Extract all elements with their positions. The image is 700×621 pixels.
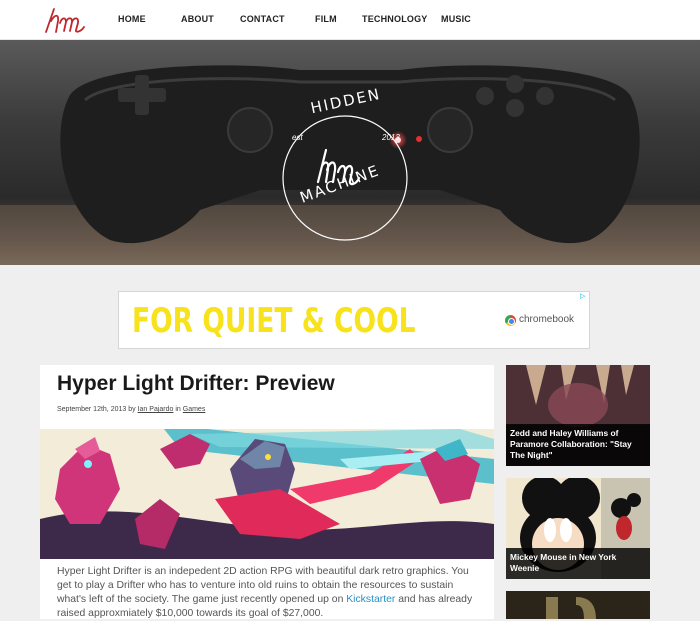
third-thumbnail [506, 591, 650, 619]
badge-est-text: est [292, 133, 303, 142]
article-hero-image[interactable] [40, 429, 494, 559]
article-card: Hyper Light Drifter: Preview September 1… [40, 365, 494, 619]
article-by: by [128, 406, 136, 413]
sidebar-card-caption[interactable]: Zedd and Haley Williams of Paramore Coll… [506, 424, 650, 466]
game-controller-image [0, 65, 700, 265]
ad-headline: FOR QUIET & COOL [132, 301, 416, 341]
sidebar-card-third[interactable] [506, 591, 650, 619]
site-logo[interactable] [42, 5, 90, 35]
chrome-icon [505, 315, 516, 326]
advertisement-banner[interactable]: FOR QUIET & COOL chromebook ▷ [118, 291, 590, 349]
article-in: in [175, 406, 181, 413]
article-date: September 12th, 2013 [57, 406, 127, 413]
article-category-link[interactable]: Games [183, 406, 206, 413]
sidebar-card-mickey[interactable]: Mickey Mouse in New York Weenie [506, 478, 650, 579]
sidebar-card-zedd[interactable]: Zedd and Haley Williams of Paramore Coll… [506, 365, 650, 466]
ad-brand: chromebook [519, 314, 575, 325]
badge-year-text: 2013 [382, 133, 400, 142]
article-meta: September 12th, 2013 by Ian Pajardo in G… [57, 406, 205, 413]
nav-film[interactable]: FILM [315, 14, 337, 24]
adchoices-icon[interactable]: ▷ [580, 293, 588, 301]
nav-contact[interactable]: CONTACT [240, 14, 285, 24]
article-title[interactable]: Hyper Light Drifter: Preview [57, 372, 335, 396]
sidebar-card-caption[interactable]: Mickey Mouse in New York Weenie [506, 548, 650, 579]
hero-banner: HIDDEN MACHINE est 2013 [0, 40, 700, 265]
hyper-light-drifter-artwork [40, 429, 494, 559]
nav-technology[interactable]: TECHNOLOGY [362, 14, 428, 24]
nav-about[interactable]: ABOUT [181, 14, 214, 24]
nav-music[interactable]: MUSIC [441, 14, 471, 24]
article-author-link[interactable]: Ian Pajardo [138, 406, 174, 413]
article-excerpt: Hyper Light Drifter is an indepedent 2D … [57, 565, 482, 621]
top-navigation: HOME ABOUT CONTACT FILM TECHNOLOGY MUSIC [0, 0, 700, 40]
kickstarter-link[interactable]: Kickstarter [346, 594, 395, 605]
nav-home[interactable]: HOME [118, 14, 146, 24]
